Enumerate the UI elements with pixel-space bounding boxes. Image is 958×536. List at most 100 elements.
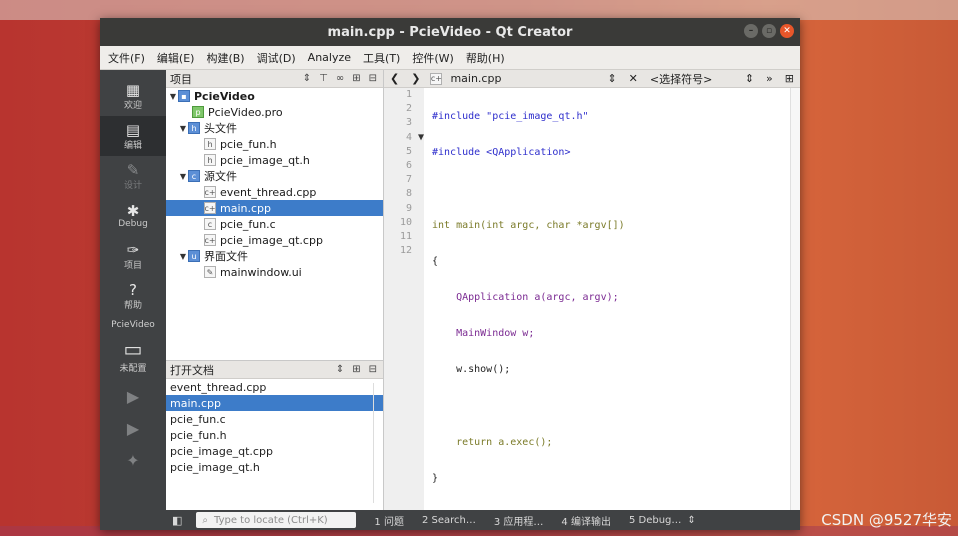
tree-row[interactable]: ✎ mainwindow.ui bbox=[166, 264, 383, 280]
menu-bar: 文件(F) 编辑(E) 构建(B) 调试(D) Analyze 工具(T) 控件… bbox=[100, 46, 800, 70]
mode-help[interactable]: ? 帮助 bbox=[100, 276, 166, 316]
tree-row[interactable]: p PcieVideo.pro bbox=[166, 104, 383, 120]
open-docs-scrollbar[interactable] bbox=[373, 383, 381, 503]
pane-tab-issues[interactable]: 1 问题 bbox=[374, 513, 404, 528]
mode-edit[interactable]: ▤ 编辑 bbox=[100, 116, 166, 156]
open-doc-item[interactable]: pcie_fun.c bbox=[166, 411, 383, 427]
pro-file-icon: p bbox=[192, 106, 204, 118]
mode-projects[interactable]: ✑ 项目 bbox=[100, 236, 166, 276]
filter-icon[interactable]: ⊤ bbox=[319, 73, 328, 84]
minimize-icon[interactable]: – bbox=[744, 24, 758, 38]
more-icon[interactable]: » bbox=[766, 72, 773, 85]
tree-row[interactable]: c pcie_fun.c bbox=[166, 216, 383, 232]
close-icon[interactable]: ✕ bbox=[780, 24, 794, 38]
menu-build[interactable]: 构建(B) bbox=[206, 50, 244, 66]
locator-placeholder: Type to locate (Ctrl+K) bbox=[214, 514, 328, 526]
line-number: 2 bbox=[405, 103, 412, 115]
ui-file-icon: ✎ bbox=[204, 266, 216, 278]
debug-run-icon[interactable]: ▶ bbox=[100, 412, 166, 444]
open-doc-item[interactable]: pcie_fun.h bbox=[166, 427, 383, 443]
close-pane-icon[interactable]: ⊟ bbox=[369, 73, 377, 84]
expand-icon[interactable]: ▼ bbox=[178, 124, 188, 133]
split-icon[interactable]: ⊞ bbox=[785, 72, 794, 85]
open-docs-header: 打开文档 ⇕ ⊞ ⊟ bbox=[166, 361, 383, 379]
open-doc-item-selected[interactable]: main.cpp bbox=[166, 395, 383, 411]
dropdown-arrows-icon[interactable]: ⇕ bbox=[687, 515, 695, 526]
mode-label: 设计 bbox=[123, 180, 142, 191]
folder-icon: u bbox=[188, 250, 200, 262]
dropdown-arrows-icon[interactable]: ⇕ bbox=[745, 72, 754, 85]
mode-label: Debug bbox=[118, 219, 148, 229]
tree-row[interactable]: ▼ u 界面文件 bbox=[166, 248, 383, 264]
folder-icon: h bbox=[188, 122, 200, 134]
open-doc-item[interactable]: pcie_image_qt.cpp bbox=[166, 443, 383, 459]
watermark: CSDN @9527华安 bbox=[821, 511, 952, 529]
maximize-icon[interactable]: ▫ bbox=[762, 24, 776, 38]
dropdown-arrows-icon[interactable]: ⇕ bbox=[336, 364, 344, 375]
dropdown-arrows-icon[interactable]: ⇕ bbox=[303, 73, 311, 84]
tree-row-selected[interactable]: c+ main.cpp bbox=[166, 200, 383, 216]
menu-edit[interactable]: 编辑(E) bbox=[157, 50, 195, 66]
menu-tools[interactable]: 工具(T) bbox=[363, 50, 400, 66]
expand-icon[interactable]: ▼ bbox=[178, 172, 188, 181]
search-icon: ⌕ bbox=[202, 514, 209, 526]
dropdown-arrows-icon[interactable]: ⇕ bbox=[607, 72, 616, 85]
editor-scrollbar[interactable] bbox=[790, 88, 800, 510]
open-doc-item[interactable]: event_thread.cpp bbox=[166, 379, 383, 395]
code-line: w.show(); bbox=[432, 364, 511, 376]
pane-tab-search[interactable]: 2 Search… bbox=[422, 515, 476, 526]
expand-icon[interactable]: ▼ bbox=[168, 92, 178, 101]
kit-selector[interactable]: ▭ 未配置 bbox=[100, 330, 166, 380]
locator-input[interactable]: ⌕ Type to locate (Ctrl+K) bbox=[196, 512, 357, 528]
expand-icon[interactable]: ▼ bbox=[178, 252, 188, 261]
menu-debug[interactable]: 调试(D) bbox=[257, 50, 296, 66]
tree-label: pcie_image_qt.h bbox=[220, 153, 310, 167]
code-line: return a.exec(); bbox=[432, 436, 553, 448]
symbol-selector[interactable]: <选择符号> bbox=[650, 71, 712, 87]
menu-help[interactable]: 帮助(H) bbox=[466, 50, 505, 66]
tree-label: pcie_fun.h bbox=[220, 137, 277, 151]
mode-design[interactable]: ✎ 设计 bbox=[100, 156, 166, 196]
tree-label: 界面文件 bbox=[204, 250, 248, 263]
tree-row[interactable]: h pcie_image_qt.h bbox=[166, 152, 383, 168]
pane-tab-app-output[interactable]: 3 应用程… bbox=[494, 513, 544, 528]
close-doc-icon[interactable]: ✕ bbox=[629, 72, 638, 85]
split-icon[interactable]: ⊞ bbox=[352, 364, 360, 375]
pane-tab-compile-output[interactable]: 4 编译输出 bbox=[561, 513, 611, 528]
split-icon[interactable]: ⊞ bbox=[352, 73, 360, 84]
fold-icon[interactable]: ▼ bbox=[418, 131, 424, 145]
tree-label: PcieVideo bbox=[194, 89, 255, 103]
menu-widgets[interactable]: 控件(W) bbox=[412, 50, 453, 66]
project-tree-panel: 项目 ⇕ ⊤ ∞ ⊞ ⊟ ▼ ▪ PcieVideo p PcieVideo.p… bbox=[166, 70, 384, 360]
close-pane-icon[interactable]: ⊟ bbox=[369, 364, 377, 375]
mode-debug[interactable]: ✱ Debug bbox=[100, 196, 166, 236]
code-editor: ❮ ❯ c+ main.cpp ⇕ ✕ <选择符号> ⇕ » ⊞ 1 2 3 4… bbox=[384, 70, 800, 510]
menu-analyze[interactable]: Analyze bbox=[308, 51, 351, 64]
tree-row[interactable]: ▼ h 头文件 bbox=[166, 120, 383, 136]
cpp-file-icon: c+ bbox=[430, 72, 443, 85]
open-doc-item[interactable]: pcie_image_qt.h bbox=[166, 459, 383, 475]
back-icon[interactable]: ❮ bbox=[390, 72, 399, 85]
toggle-sidebar-icon[interactable]: ◧ bbox=[172, 514, 182, 527]
code-line: #include "pcie_image_qt.h" bbox=[432, 111, 589, 122]
mode-label: 项目 bbox=[123, 260, 142, 271]
tree-row[interactable]: c+ event_thread.cpp bbox=[166, 184, 383, 200]
menu-file[interactable]: 文件(F) bbox=[108, 50, 145, 66]
header-file-icon: h bbox=[204, 138, 216, 150]
code-area[interactable]: 1 2 3 4 ▼ 5 6 7 8 9 10 11 12 #include "p… bbox=[384, 88, 800, 510]
link-icon[interactable]: ∞ bbox=[336, 73, 344, 84]
editor-file-name[interactable]: main.cpp bbox=[450, 72, 501, 85]
run-icon[interactable]: ▶ bbox=[100, 380, 166, 412]
tree-row[interactable]: ▼ ▪ PcieVideo bbox=[166, 88, 383, 104]
build-hammer-icon[interactable]: ✦ bbox=[100, 444, 166, 476]
tree-row[interactable]: c+ pcie_image_qt.cpp bbox=[166, 232, 383, 248]
kit-label: 未配置 bbox=[119, 363, 147, 374]
pane-tab-debug[interactable]: 5 Debug… bbox=[629, 515, 681, 526]
mode-welcome[interactable]: ▦ 欢迎 bbox=[100, 76, 166, 116]
monitor-icon: ▭ bbox=[123, 336, 143, 361]
forward-icon[interactable]: ❯ bbox=[411, 72, 420, 85]
mode-label: 帮助 bbox=[123, 300, 142, 311]
tree-row[interactable]: ▼ c 源文件 bbox=[166, 168, 383, 184]
tree-row[interactable]: h pcie_fun.h bbox=[166, 136, 383, 152]
